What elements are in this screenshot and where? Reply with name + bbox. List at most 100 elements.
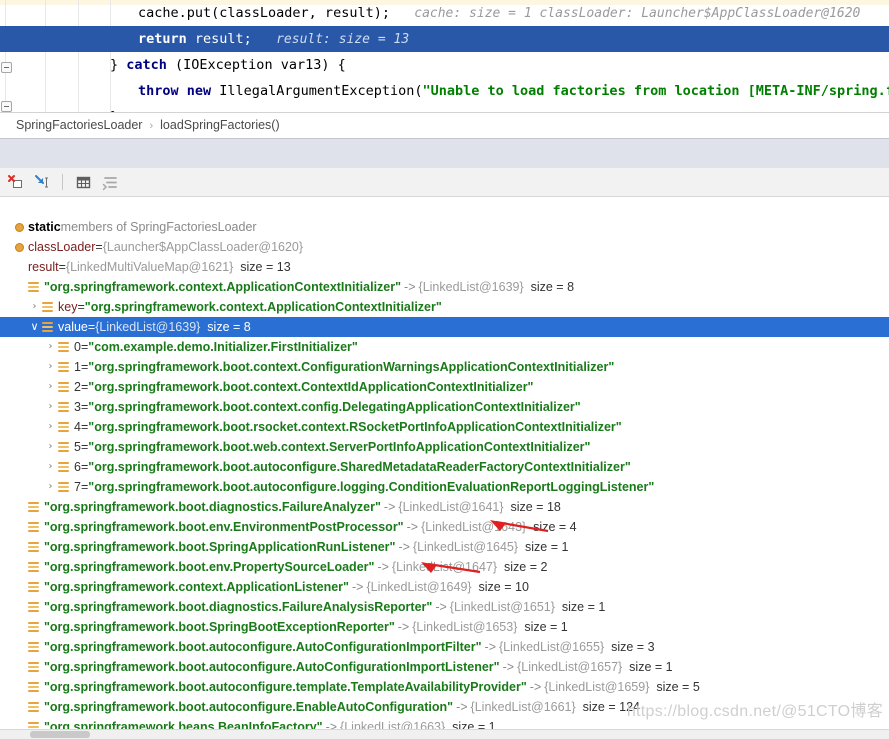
object-reference: {LinkedMultiValueMap@1621} [65,260,234,274]
chevron-right-icon[interactable]: › [44,337,57,357]
watermark-text: https://blog.csdn.net/@51CTO博客 [626,703,883,720]
variables-tree-row[interactable]: "org.springframework.context.Application… [0,577,889,597]
variable-value: "org.springframework.boot.context.Config… [88,360,615,374]
debugger-variables-toolbar [0,168,889,197]
code-line-catch[interactable]: } catch (IOException var13) { [0,52,889,78]
value-gap [518,537,525,557]
jump-to-source-button[interactable] [30,171,54,193]
collection-size: size = 1 [561,600,606,614]
variables-tree-row[interactable]: "org.springframework.boot.SpringApplicat… [0,537,889,557]
variables-tree-row[interactable]: "org.springframework.boot.diagnostics.Fa… [0,497,889,517]
variables-tree-row[interactable]: › 3 = "org.springframework.boot.context.c… [0,397,889,417]
collection-entry-icon [27,281,40,294]
map-arrow: -> [397,620,410,634]
variables-tree[interactable]: static members of SpringFactoriesLoader c… [0,217,889,733]
object-reference: {LinkedList@1639} [418,280,524,294]
panel-splitter[interactable] [0,138,889,168]
collection-entry-icon [27,681,40,694]
map-arrow: -> [529,680,542,694]
chevron-right-icon[interactable]: › [44,357,57,377]
scrollbar-thumb[interactable] [30,731,90,738]
variables-tree-row[interactable]: › 4 = "org.springframework.boot.rsocket.c… [0,417,889,437]
variables-tree-row[interactable]: "org.springframework.boot.env.PropertySo… [0,557,889,577]
variables-tree-row[interactable]: "org.springframework.boot.env.Environmen… [0,517,889,537]
value-gap [576,697,583,717]
variables-tree-row[interactable]: result = {LinkedMultiValueMap@1621} size… [0,257,889,277]
variables-tree-row[interactable]: › 6 = "org.springframework.boot.autoconfi… [0,457,889,477]
variable-value: "org.springframework.boot.autoconfigure.… [88,480,655,494]
variable-value: "org.springframework.context.Application… [44,280,402,294]
ide-debugger-screen: cache.put(classLoader, result); cache: s… [0,0,889,739]
collection-entry-icon [27,521,40,534]
variable-value: "org.springframework.boot.autoconfigure.… [44,640,482,654]
variable-name: 5 [74,440,81,454]
collection-size: size = 10 [478,580,529,594]
object-reference: {LinkedList@1653} [412,620,518,634]
code-line-return-result[interactable]: return result; result: size = 13 [0,26,889,52]
sort-values-button[interactable] [97,171,121,193]
equals-sign: = [80,440,89,454]
chevron-right-icon[interactable]: › [44,377,57,397]
collection-size: size = 1 [524,620,568,634]
variables-tree-row[interactable]: "org.springframework.boot.autoconfigure.… [0,637,889,657]
chevron-right-icon[interactable]: › [44,477,57,497]
chevron-right-icon[interactable]: › [44,397,57,417]
value-gap [497,557,504,577]
value-gap [524,277,531,297]
collection-entry-icon [57,441,70,454]
code-line-cache-put[interactable]: cache.put(classLoader, result); cache: s… [0,0,889,26]
map-arrow: -> [351,580,364,594]
variables-tree-row[interactable]: › 1 = "org.springframework.boot.context.C… [0,357,889,377]
chevron-right-icon[interactable]: › [44,437,57,457]
variables-tree-row[interactable]: "org.springframework.context.Application… [0,277,889,297]
variables-tree-row[interactable]: › 7 = "org.springframework.boot.autoconfi… [0,477,889,497]
collection-entry-icon [57,461,70,474]
chevron-right-icon[interactable]: › [44,417,57,437]
map-arrow: -> [377,560,389,574]
collection-size: size = 4 [533,520,577,534]
variable-name: 7 [74,480,81,494]
chevron-down-icon[interactable]: ∨ [28,317,41,337]
collection-entry-icon [27,601,40,614]
chevron-right-icon[interactable]: › [28,297,41,317]
code-editor[interactable]: cache.put(classLoader, result); cache: s… [0,0,889,112]
view-as-table-button[interactable] [71,171,95,193]
breadcrumb[interactable]: SpringFactoriesLoader › loadSpringFactorie… [0,112,889,138]
variable-name: result [28,260,59,274]
code-line-close-brace[interactable]: } [0,104,889,112]
view-as-table-icon [76,176,90,188]
map-arrow: -> [502,660,515,674]
variables-tree-row[interactable]: › 2 = "org.springframework.boot.context.C… [0,377,889,397]
variables-tree-row[interactable]: static members of SpringFactoriesLoader [0,217,889,237]
breadcrumb-item-class[interactable]: SpringFactoriesLoader [16,118,142,132]
equals-sign: = [80,380,89,394]
variable-name: static [28,220,61,234]
remove-watch-button[interactable] [4,171,28,193]
variable-value: "org.springframework.boot.context.Contex… [88,380,534,394]
variables-tree-row[interactable]: ∨ value = {LinkedList@1639} size = 8 [0,317,889,337]
variables-tree-row[interactable]: "org.springframework.boot.diagnostics.Fa… [0,597,889,617]
variable-value: "org.springframework.boot.env.Environmen… [44,520,404,534]
variables-tree-row[interactable]: "org.springframework.boot.autoconfigure.… [0,677,889,697]
chevron-right-icon[interactable]: › [44,457,57,477]
collection-entry-icon [57,481,70,494]
collection-entry-icon [27,501,40,514]
variables-tree-row[interactable]: › key = "org.springframework.context.Appl… [0,297,889,317]
variables-tree-row[interactable]: "org.springframework.boot.SpringBootExce… [0,617,889,637]
object-reference: {LinkedList@1639} [95,320,201,334]
map-arrow: -> [435,600,447,614]
variables-tree-row[interactable]: classLoader = {Launcher$AppClassLoader@1… [0,237,889,257]
object-reference: {LinkedList@1657} [517,660,623,674]
variables-tree-row[interactable]: "org.springframework.boot.autoconfigure.… [0,657,889,677]
horizontal-scrollbar[interactable] [0,729,889,739]
variables-panel-top-padding [0,197,889,217]
variables-tree-row[interactable]: › 0 = "com.example.demo.Initializer.First… [0,337,889,357]
object-reference: {LinkedList@1655} [499,640,605,654]
variable-name: 0 [74,340,81,354]
object-reference: {LinkedList@1645} [412,540,519,554]
code-line-throw[interactable]: throw new IllegalArgumentException("Unab… [0,78,889,104]
variable-name: classLoader [28,240,96,254]
equals-sign: = [95,240,103,254]
breadcrumb-item-method[interactable]: loadSpringFactories() [160,118,280,132]
variables-tree-row[interactable]: › 5 = "org.springframework.boot.web.conte… [0,437,889,457]
